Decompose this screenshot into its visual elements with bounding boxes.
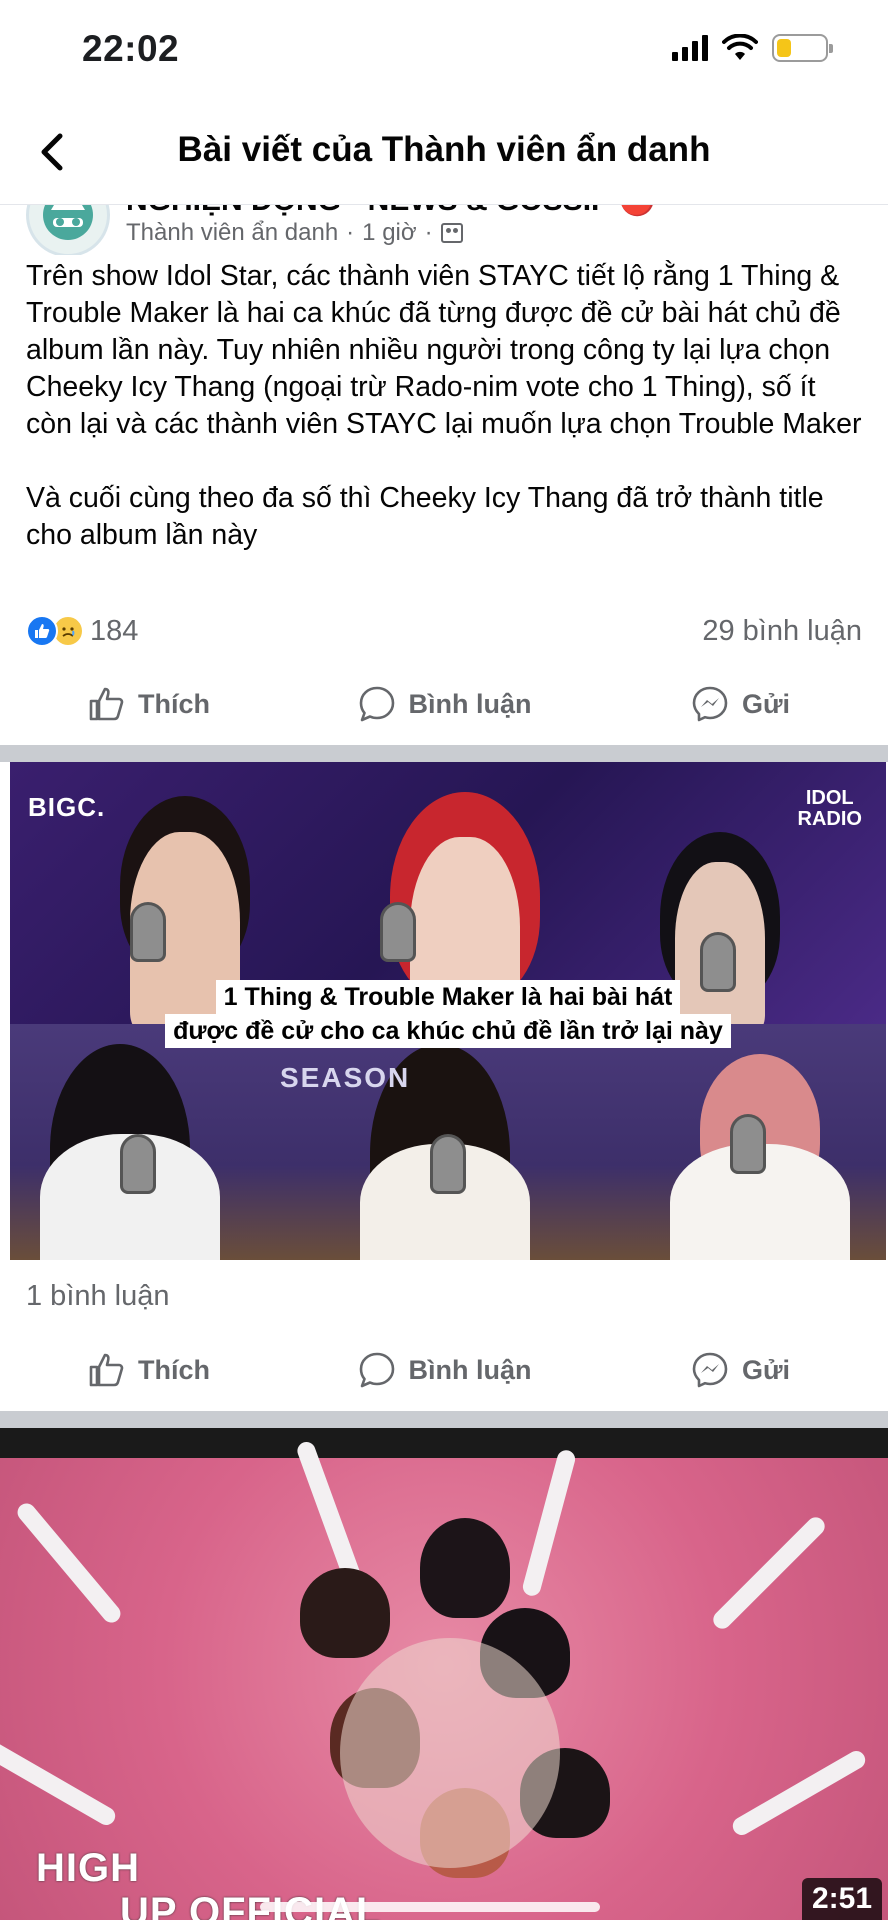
- person-figure: [420, 1518, 510, 1618]
- reaction-summary[interactable]: 184: [26, 615, 138, 648]
- like-reaction-icon: [26, 615, 58, 647]
- like-button[interactable]: Thích: [18, 684, 278, 724]
- logo-line-2: RADIO: [797, 808, 862, 830]
- meta-separator: ·: [346, 219, 355, 246]
- post-image-radio-show[interactable]: BIGC. IDOL RADIO SEASON 1 Thing & Troubl…: [10, 762, 886, 1260]
- channel-watermark: HIGH: [36, 1846, 140, 1890]
- microphone: [380, 902, 416, 962]
- idol-radio-logo: IDOL RADIO: [798, 788, 862, 830]
- comment-button[interactable]: Bình luận: [314, 1350, 574, 1390]
- signal-icon: [672, 35, 708, 61]
- microphone: [430, 1134, 466, 1194]
- group-name[interactable]: NGHIỆN ĐỘNG · NEWS & GOSSIP 🔴: [126, 205, 656, 218]
- subtitle-line-1: 1 Thing & Trouble Maker là hai bài hát: [215, 980, 681, 1014]
- page-title: Bài viết của Thành viên ẩn danh: [177, 130, 711, 169]
- microphone: [130, 902, 166, 962]
- logo-line-1: IDOL: [805, 787, 854, 809]
- reaction-count: 184: [90, 614, 139, 647]
- battery-level: [777, 39, 791, 57]
- microphone: [120, 1134, 156, 1194]
- video-duration: 2:51: [801, 1878, 882, 1920]
- author-name[interactable]: Thành viên ẩn danh: [126, 219, 338, 247]
- post-time[interactable]: 1 giờ: [362, 219, 416, 247]
- send-button[interactable]: Gửi: [610, 684, 870, 724]
- comment-count[interactable]: 29 bình luận: [702, 615, 862, 648]
- members-icon: [440, 223, 463, 243]
- status-time: 22:02: [82, 28, 180, 69]
- messenger-icon: [692, 1352, 728, 1388]
- battery-icon: [772, 34, 833, 62]
- thumbs-up-icon: [89, 687, 124, 721]
- light-bar: [13, 1499, 125, 1627]
- light-bar: [709, 1513, 829, 1633]
- light-bar: [729, 1747, 869, 1839]
- post-header: NGHIỆN ĐỘNG · NEWS & GOSSIP 🔴 Thành viên…: [0, 205, 888, 255]
- subtitle-line-2: được đề cử cho ca khúc chủ đề lần trở lạ…: [165, 1014, 731, 1048]
- post-meta: Thành viên ẩn danh · 1 giờ ·: [126, 219, 463, 247]
- light-bar: [0, 1737, 119, 1829]
- post-text: Trên show Idol Star, các thành viên STAY…: [26, 260, 862, 551]
- feed-separator: [0, 745, 888, 762]
- comment-label: Bình luận: [408, 688, 532, 719]
- send-label: Gửi: [741, 1354, 791, 1385]
- post-action-bar: Thích Bình luận Gửi: [0, 668, 888, 740]
- comment-bubble-icon: [359, 1352, 394, 1388]
- season-text: SEASON: [280, 1062, 411, 1093]
- video-subtitle: 1 Thing & Trouble Maker là hai bài hát đ…: [10, 980, 886, 1048]
- bigc-logo: BIGC.: [28, 792, 106, 822]
- avatar[interactable]: [26, 205, 110, 255]
- thumbs-up-icon: [89, 1353, 124, 1387]
- status-icons: [672, 34, 833, 62]
- reaction-icons: [26, 615, 84, 647]
- media-action-bar: Thích Bình luận Gửi: [0, 1334, 888, 1406]
- wifi-icon: [722, 34, 758, 60]
- comment-label: Bình luận: [408, 1354, 532, 1385]
- nav-header: Bài viết của Thành viên ẩn danh: [0, 100, 888, 205]
- feed-separator: [0, 1411, 888, 1428]
- status-bar: 22:02: [0, 0, 888, 100]
- microphone: [730, 1114, 766, 1174]
- meta-separator: ·: [424, 219, 433, 246]
- reactions-row: 184 29 bình luận: [26, 610, 862, 652]
- comment-bubble-icon: [359, 686, 394, 722]
- send-label: Gửi: [741, 688, 791, 719]
- messenger-icon: [692, 686, 728, 722]
- send-button[interactable]: Gửi: [610, 1350, 870, 1390]
- anonymous-member-icon: [43, 205, 93, 240]
- media-comment-count[interactable]: 1 bình luận: [26, 1280, 170, 1313]
- home-indicator[interactable]: [260, 1902, 600, 1912]
- image-bottom-panel: [10, 1024, 886, 1260]
- light-bar: [520, 1448, 578, 1598]
- video-top-band: [0, 1428, 888, 1458]
- like-label: Thích: [138, 688, 210, 719]
- like-label: Thích: [138, 1354, 210, 1385]
- like-button[interactable]: Thích: [18, 1350, 278, 1390]
- person-figure: [300, 1568, 390, 1658]
- comment-button[interactable]: Bình luận: [314, 684, 574, 724]
- post-video-thumbnail[interactable]: HIGH UP OFFICIAL 2:51: [0, 1428, 888, 1920]
- person-group: [340, 1638, 560, 1868]
- light-bar: [294, 1439, 364, 1587]
